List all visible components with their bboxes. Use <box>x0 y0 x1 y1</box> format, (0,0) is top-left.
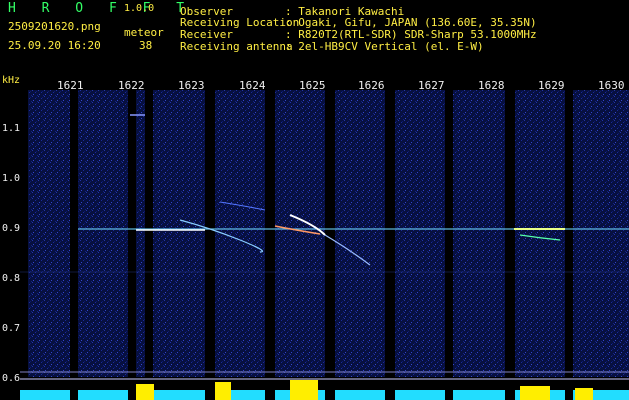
y-tick-1-1: 1.1 <box>2 123 21 134</box>
meteor-count-value: 38 <box>139 39 153 52</box>
y-tick-1-0: 1.0 <box>2 173 21 184</box>
y-tick-0-6: 0.6 <box>2 373 21 384</box>
receiver-key: Receiver <box>180 28 233 41</box>
location-key: Receiving Location <box>180 16 300 29</box>
signal-level-band <box>20 378 629 400</box>
hrofft-screen: H R O F F T 1.0.0 2509201620.png 25.09.2… <box>0 0 629 400</box>
spectrogram <box>20 90 629 377</box>
y-tick-0-8: 0.8 <box>2 273 21 284</box>
y-tick-0-7: 0.7 <box>2 323 21 334</box>
app-version: 1.0.0 <box>124 3 155 14</box>
receiver-value: : R820T2(RTL-SDR) SDR-Sharp 53.1000MHz <box>285 28 537 41</box>
y-axis-unit: kHz <box>2 75 21 86</box>
location-value: : Ogaki, Gifu, JAPAN (136.60E, 35.35N) <box>285 16 537 29</box>
antenna-key: Receiving antenna <box>180 40 293 53</box>
image-filename: 2509201620.png <box>8 20 101 33</box>
meteor-count-label: meteor <box>124 26 164 39</box>
y-tick-0-9: 0.9 <box>2 223 21 234</box>
app-title: H R O F F T <box>8 1 194 16</box>
capture-datetime: 25.09.20 16:20 <box>8 39 101 52</box>
antenna-value: : 2el-HB9CV Vertical (el. E-W) <box>285 40 484 53</box>
